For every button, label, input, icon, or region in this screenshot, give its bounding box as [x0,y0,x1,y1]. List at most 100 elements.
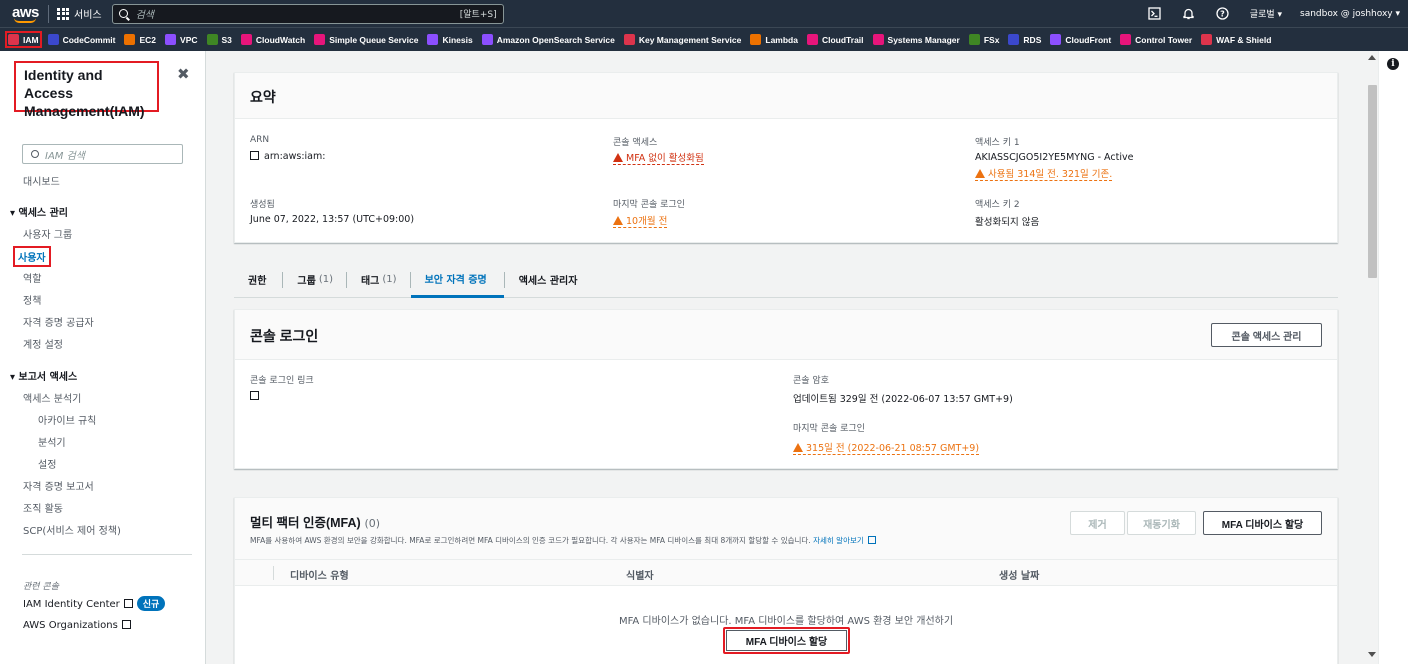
tab-security-credentials[interactable]: 보안 자격 증명 [410,262,504,298]
console-access-warning[interactable]: MFA 없이 활성화됨 [613,150,704,165]
service-icon [750,34,762,45]
favorite-cloudwatch[interactable]: CloudWatch [240,34,305,45]
arn-value[interactable]: arn:aws:iam: [250,151,325,162]
sidebar-link-identity-center[interactable]: IAM Identity Center 신규 [23,596,166,611]
favorite-amazon-opensearch-service[interactable]: Amazon OpenSearch Service [481,34,615,45]
arn-label: ARN [250,135,270,145]
sidebar-item-organization-activity[interactable]: 조직 활동 [23,500,63,515]
column-device-type[interactable]: 디바이스 유형 [290,567,349,582]
favorite-control-tower[interactable]: Control Tower [1120,34,1192,45]
sidebar-item-users[interactable]: 사용자 [13,246,51,267]
sidebar-item-access-analyzer[interactable]: 액세스 분석기 [23,390,81,405]
sidebar-item-archive-rules[interactable]: 아카이브 규칙 [38,412,96,427]
search-icon [118,9,128,18]
favorite-label: Key Management Service [638,34,742,45]
sidebar-section-access-reports[interactable]: ▾ 보고서 액세스 [10,368,77,383]
favorite-label: CodeCommit [62,34,116,45]
remove-button[interactable]: 제거 [1070,511,1125,535]
manage-console-access-button[interactable]: 콘솔 액세스 관리 [1211,323,1322,347]
column-identifier[interactable]: 식별자 [626,567,654,582]
favorite-label: S3 [221,34,232,45]
favorite-label: Control Tower [1135,34,1193,45]
access-key-1-label: 액세스 키 1 [975,138,1020,148]
last-console-login-label: 마지막 콘솔 로그인 [613,200,685,210]
info-icon[interactable]: i [1387,58,1399,70]
learn-more-link[interactable]: 자세히 알아보기 [813,536,864,545]
aws-logo[interactable]: aws [12,4,40,24]
favorite-key-management-service[interactable]: Key Management Service [623,34,742,45]
services-menu-button[interactable]: 서비스 [57,6,102,21]
console-login-title: 콘솔 로그인 [250,328,319,344]
tab-tags[interactable]: 태그 (1) [347,262,411,298]
tab-groups[interactable]: 그룹 (1) [283,262,347,298]
favorite-codecommit[interactable]: CodeCommit [47,34,116,45]
svg-text:?: ? [1220,9,1225,18]
sidebar-section-access-management[interactable]: ▾ 액세스 관리 [10,204,68,219]
sidebar-item-roles[interactable]: 역할 [23,270,41,285]
created-label: 생성됨 [250,200,275,210]
help-icon[interactable]: ? [1216,7,1230,21]
favorite-simple-queue-service[interactable]: Simple Queue Service [314,34,418,45]
favorite-lambda[interactable]: Lambda [750,34,798,45]
favorite-waf-shield[interactable]: WAF & Shield [1201,34,1271,45]
copy-icon[interactable] [250,151,259,160]
access-key-1-warning[interactable]: 사용됨 314일 전. 321일 기존. [975,166,1113,181]
sidebar-item-credential-report[interactable]: 자격 증명 보고서 [23,478,94,493]
empty-assign-mfa-device-button[interactable]: MFA 디바이스 할당 [723,627,850,654]
assign-mfa-device-button[interactable]: MFA 디바이스 할당 [1203,511,1322,535]
favorite-kinesis[interactable]: Kinesis [427,34,473,45]
favorite-cloudtrail[interactable]: CloudTrail [806,34,864,45]
service-icon [1050,34,1062,45]
console-password-value: 업데이트됨 329일 전 (2022-06-07 13:57 GMT+9) [793,394,1013,405]
column-created-date[interactable]: 생성 날짜 [999,567,1039,582]
region-selector[interactable]: 글로벌 ▾ [1250,7,1282,20]
mfa-title: 멀티 팩터 인증(MFA) [250,516,361,530]
sidebar-link-organizations[interactable]: AWS Organizations [23,620,131,631]
tab-access-advisor[interactable]: 액세스 관리자 [503,271,595,288]
sidebar-item-scp[interactable]: SCP(서비스 제어 정책) [23,522,121,537]
service-icon [47,34,59,45]
mfa-panel: 멀티 팩터 인증(MFA) (0) MFA를 사용하여 AWS 환경의 보안을 … [234,497,1338,664]
help-panel-rail [1378,51,1408,664]
service-icon [1008,34,1020,45]
favorite-label: Systems Manager [887,34,960,45]
favorite-label: Kinesis [442,34,473,45]
favorite-ec2[interactable]: EC2 [124,34,156,45]
grid-icon [57,7,69,20]
favorite-fsx[interactable]: FSx [968,34,999,45]
sidebar-search-input[interactable]: IAM 검색 [22,144,183,164]
scroll-up-icon[interactable] [1368,55,1376,60]
warning-icon [975,169,985,178]
favorite-iam[interactable]: IAM [5,31,42,48]
last-console-login-warning[interactable]: 10개월 전 [613,213,668,228]
access-key-1-value: AKIASSCJGO5I2YE5MYNG - Active [975,152,1134,163]
console-login-panel: 콘솔 로그인 콘솔 액세스 관리 콘솔 로그인 링크 콘솔 암호 업데이트됨 3… [234,309,1338,469]
sidebar-item-account-settings[interactable]: 계정 설정 [23,336,63,351]
close-icon[interactable]: ✖ [177,65,190,83]
global-search-input[interactable]: 검색 [알트+S] [111,3,504,24]
favorite-rds[interactable]: RDS [1008,34,1041,45]
summary-header: 요약 [235,73,1337,119]
favorite-vpc[interactable]: VPC [165,34,198,45]
favorite-s3[interactable]: S3 [206,34,232,45]
sidebar-item-user-groups[interactable]: 사용자 그룹 [23,226,72,241]
console-login-link-copy[interactable] [250,391,264,402]
mfa-table-header: 디바이스 유형 식별자 생성 날짜 [235,560,1337,586]
sidebar-item-policies[interactable]: 정책 [23,292,41,307]
sidebar-item-identity-providers[interactable]: 자격 증명 공급자 [23,314,94,329]
last-console-login-value[interactable]: 315일 전 (2022-06-21 08:57 GMT+9) [793,440,980,455]
scroll-down-icon[interactable] [1368,652,1376,657]
favorite-systems-manager[interactable]: Systems Manager [872,34,960,45]
sidebar-search-placeholder: IAM 검색 [45,150,85,162]
bell-icon[interactable] [1182,7,1196,21]
tab-permissions[interactable]: 권한 [234,262,284,298]
favorite-cloudfront[interactable]: CloudFront [1050,34,1111,45]
resync-button[interactable]: 재동기화 [1127,511,1196,535]
copy-icon[interactable] [250,391,259,400]
sidebar-item-analyzers[interactable]: 분석기 [38,434,66,449]
scrollbar-thumb[interactable] [1368,85,1377,278]
sidebar-item-settings[interactable]: 설정 [38,456,56,471]
account-menu[interactable]: sandbox @ joshhoxy ▾ [1300,9,1400,19]
sidebar-item-dashboard[interactable]: 대시보드 [23,173,60,188]
cloudshell-icon[interactable] [1148,7,1162,21]
